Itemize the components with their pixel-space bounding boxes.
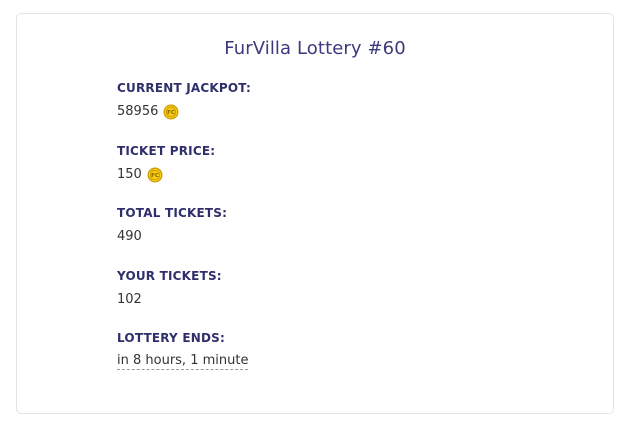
lottery-title: FurVilla Lottery #60	[224, 38, 406, 59]
total-tickets-value: 490	[117, 229, 142, 244]
current-jackpot-value-row: 58956 FC	[117, 103, 251, 121]
total-tickets-field: TOTAL TICKETS: 490	[117, 205, 251, 268]
current-jackpot-value: 58956	[117, 104, 159, 119]
ticket-price-field: TICKET PRICE: 150 FC	[117, 143, 251, 206]
lottery-ends-label: LOTTERY ENDS:	[117, 331, 225, 345]
ticket-price-value: 150	[117, 166, 142, 182]
your-tickets-value-row: 102	[117, 291, 251, 309]
lottery-card: FurVilla Lottery #60 CURRENT JACKPOT: 58…	[16, 13, 614, 414]
lottery-ends-value[interactable]: in 8 hours, 1 minute	[117, 353, 249, 370]
your-tickets-label: YOUR TICKETS:	[117, 268, 222, 283]
svg-text:FC: FC	[167, 110, 175, 116]
current-jackpot-label: CURRENT JACKPOT:	[117, 81, 252, 95]
lottery-ends-value-row: in 8 hours, 1 minute	[117, 353, 251, 370]
current-jackpot-field: CURRENT JACKPOT: 58956 FC	[117, 80, 251, 143]
fc-coin-icon: FC	[147, 167, 163, 183]
your-tickets-value: 102	[117, 291, 142, 307]
total-tickets-value-row: 490	[117, 228, 251, 246]
your-tickets-field: YOUR TICKETS: 102	[117, 268, 251, 331]
lottery-fields: CURRENT JACKPOT: 58956 FC TICKET PRICE: …	[117, 80, 251, 393]
lottery-ends-field: LOTTERY ENDS: in 8 hours, 1 minute	[117, 330, 251, 393]
ticket-price-label: TICKET PRICE:	[117, 143, 216, 158]
ticket-price-value-row: 150 FC	[117, 166, 251, 184]
total-tickets-label: TOTAL TICKETS:	[117, 206, 228, 220]
svg-text:FC: FC	[151, 173, 159, 179]
fc-coin-icon: FC	[163, 104, 179, 120]
